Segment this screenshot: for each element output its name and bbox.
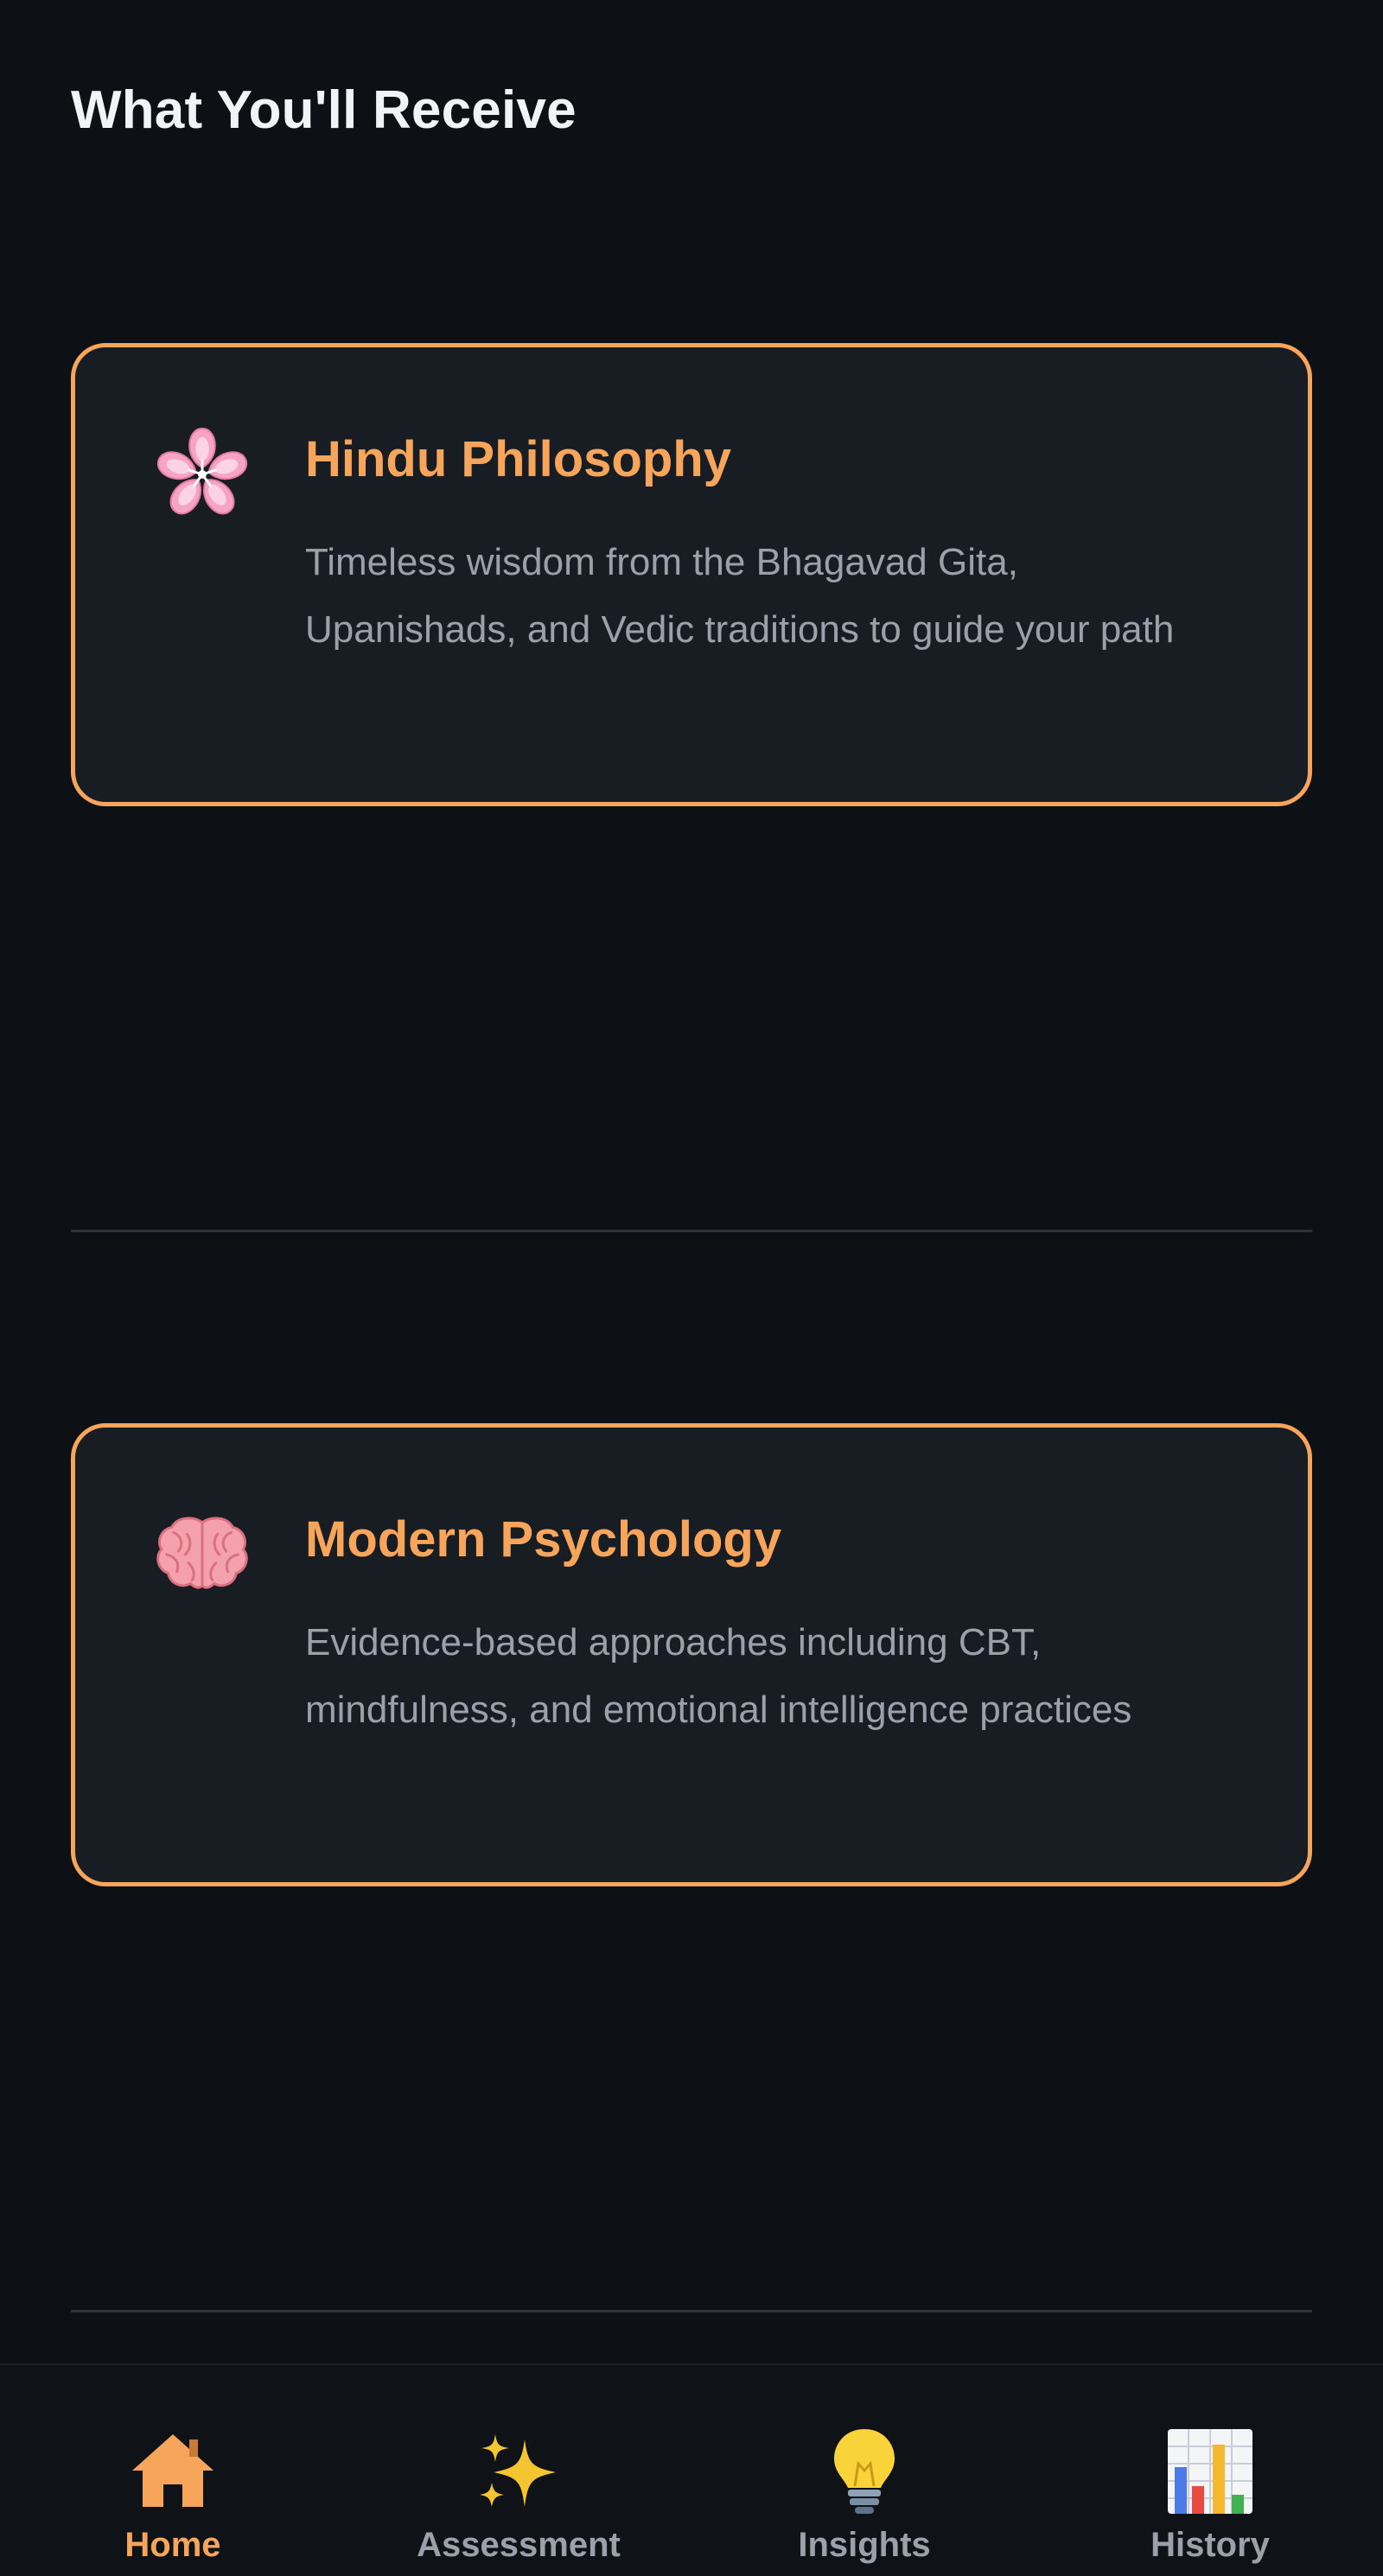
lightbulb-icon — [834, 2429, 895, 2514]
nav-item-insights[interactable]: Insights — [692, 2365, 1037, 2576]
card-title: Modern Psychology — [305, 1511, 782, 1568]
nav-item-assessment[interactable]: Assessment — [346, 2365, 692, 2576]
cherry-blossom-icon — [156, 427, 248, 515]
card-title: Hindu Philosophy — [305, 431, 731, 487]
bottom-nav: Home Assessment Insights History — [0, 2363, 1383, 2576]
brain-icon — [156, 1517, 248, 1589]
bar-chart-icon — [1168, 2429, 1252, 2514]
nav-label: Assessment — [417, 2526, 621, 2564]
nav-item-home[interactable]: Home — [0, 2365, 346, 2576]
card-description: Evidence-based approaches including CBT,… — [305, 1621, 1132, 1731]
nav-label: Home — [124, 2526, 221, 2564]
modern-psychology-card: Modern Psychology Evidence-based approac… — [71, 1423, 1312, 1886]
nav-label: Insights — [798, 2526, 931, 2564]
section-title: What You'll Receive — [71, 80, 577, 140]
divider — [71, 1230, 1312, 1232]
nav-label: History — [1150, 2526, 1270, 2564]
sparkles-icon — [480, 2434, 556, 2507]
hindu-philosophy-card: Hindu Philosophy Timeless wisdom from th… — [71, 343, 1312, 806]
nav-item-history[interactable]: History — [1037, 2365, 1383, 2576]
home-icon — [132, 2434, 214, 2507]
divider — [71, 2310, 1312, 2312]
card-description: Timeless wisdom from the Bhagavad Gita, … — [305, 541, 1175, 651]
